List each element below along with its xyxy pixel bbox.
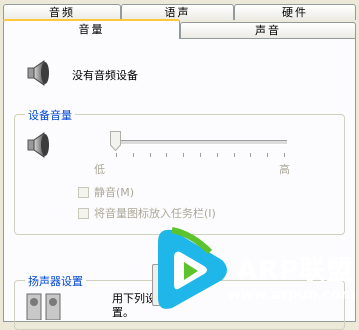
mute-checkbox-box[interactable] xyxy=(78,186,89,198)
tab-sounds[interactable]: 声音 xyxy=(180,22,356,38)
speaker-settings-title: 扬声器设置 xyxy=(25,273,86,289)
watermark-brand: ARP联盟 xyxy=(237,256,354,286)
arp-logo-icon xyxy=(158,227,227,309)
volume-slider-tick xyxy=(200,153,201,157)
volume-slider-tick xyxy=(183,153,185,157)
tab-volume-label: 音量 xyxy=(78,23,105,36)
volume-slider-tick xyxy=(216,153,218,157)
tab-audio-label: 音频 xyxy=(49,6,75,19)
tray-icon-checkbox-box[interactable] xyxy=(78,207,89,219)
tab-voice-label: 语声 xyxy=(164,6,191,19)
device-status-text: 没有音频设备 xyxy=(72,69,138,82)
volume-slider-thumb[interactable] xyxy=(110,131,121,151)
speaker-icon xyxy=(27,60,49,86)
volume-slider-tick xyxy=(284,153,285,157)
device-volume-title: 设备音量 xyxy=(25,107,75,123)
tab-hardware[interactable]: 硬件 xyxy=(234,4,356,20)
tab-volume[interactable]: 音量 xyxy=(3,19,180,39)
tab-voice[interactable]: 语声 xyxy=(121,4,234,20)
volume-slider-tick xyxy=(267,153,269,157)
volume-slider-tick xyxy=(149,153,151,157)
tray-icon-checkbox[interactable]: 将音量图标放入任务栏(I) xyxy=(78,205,216,221)
tab-hardware-label: 硬件 xyxy=(282,6,308,19)
volume-slider-track[interactable] xyxy=(112,140,287,145)
volume-slider-tick xyxy=(250,153,252,157)
volume-slider-tick xyxy=(116,153,117,157)
volume-slider-tick xyxy=(233,153,235,157)
tab-sounds-label: 声音 xyxy=(255,24,281,37)
volume-slider-tick xyxy=(166,153,168,157)
mute-checkbox-label: 静音(M) xyxy=(94,186,135,199)
speaker-settings-text-2: 置。 xyxy=(112,306,134,319)
watermark-url: www.arpun.com xyxy=(228,287,356,303)
volume-slider-tick xyxy=(132,153,134,157)
volume-low-label: 低 xyxy=(94,163,105,176)
device-speaker-icon xyxy=(27,132,49,158)
speakers-icon xyxy=(26,293,61,320)
volume-high-label: 高 xyxy=(279,163,290,176)
tray-icon-checkbox-label: 将音量图标放入任务栏(I) xyxy=(94,207,216,220)
mute-checkbox[interactable]: 静音(M) xyxy=(78,184,134,200)
tab-audio[interactable]: 音频 xyxy=(3,4,121,20)
